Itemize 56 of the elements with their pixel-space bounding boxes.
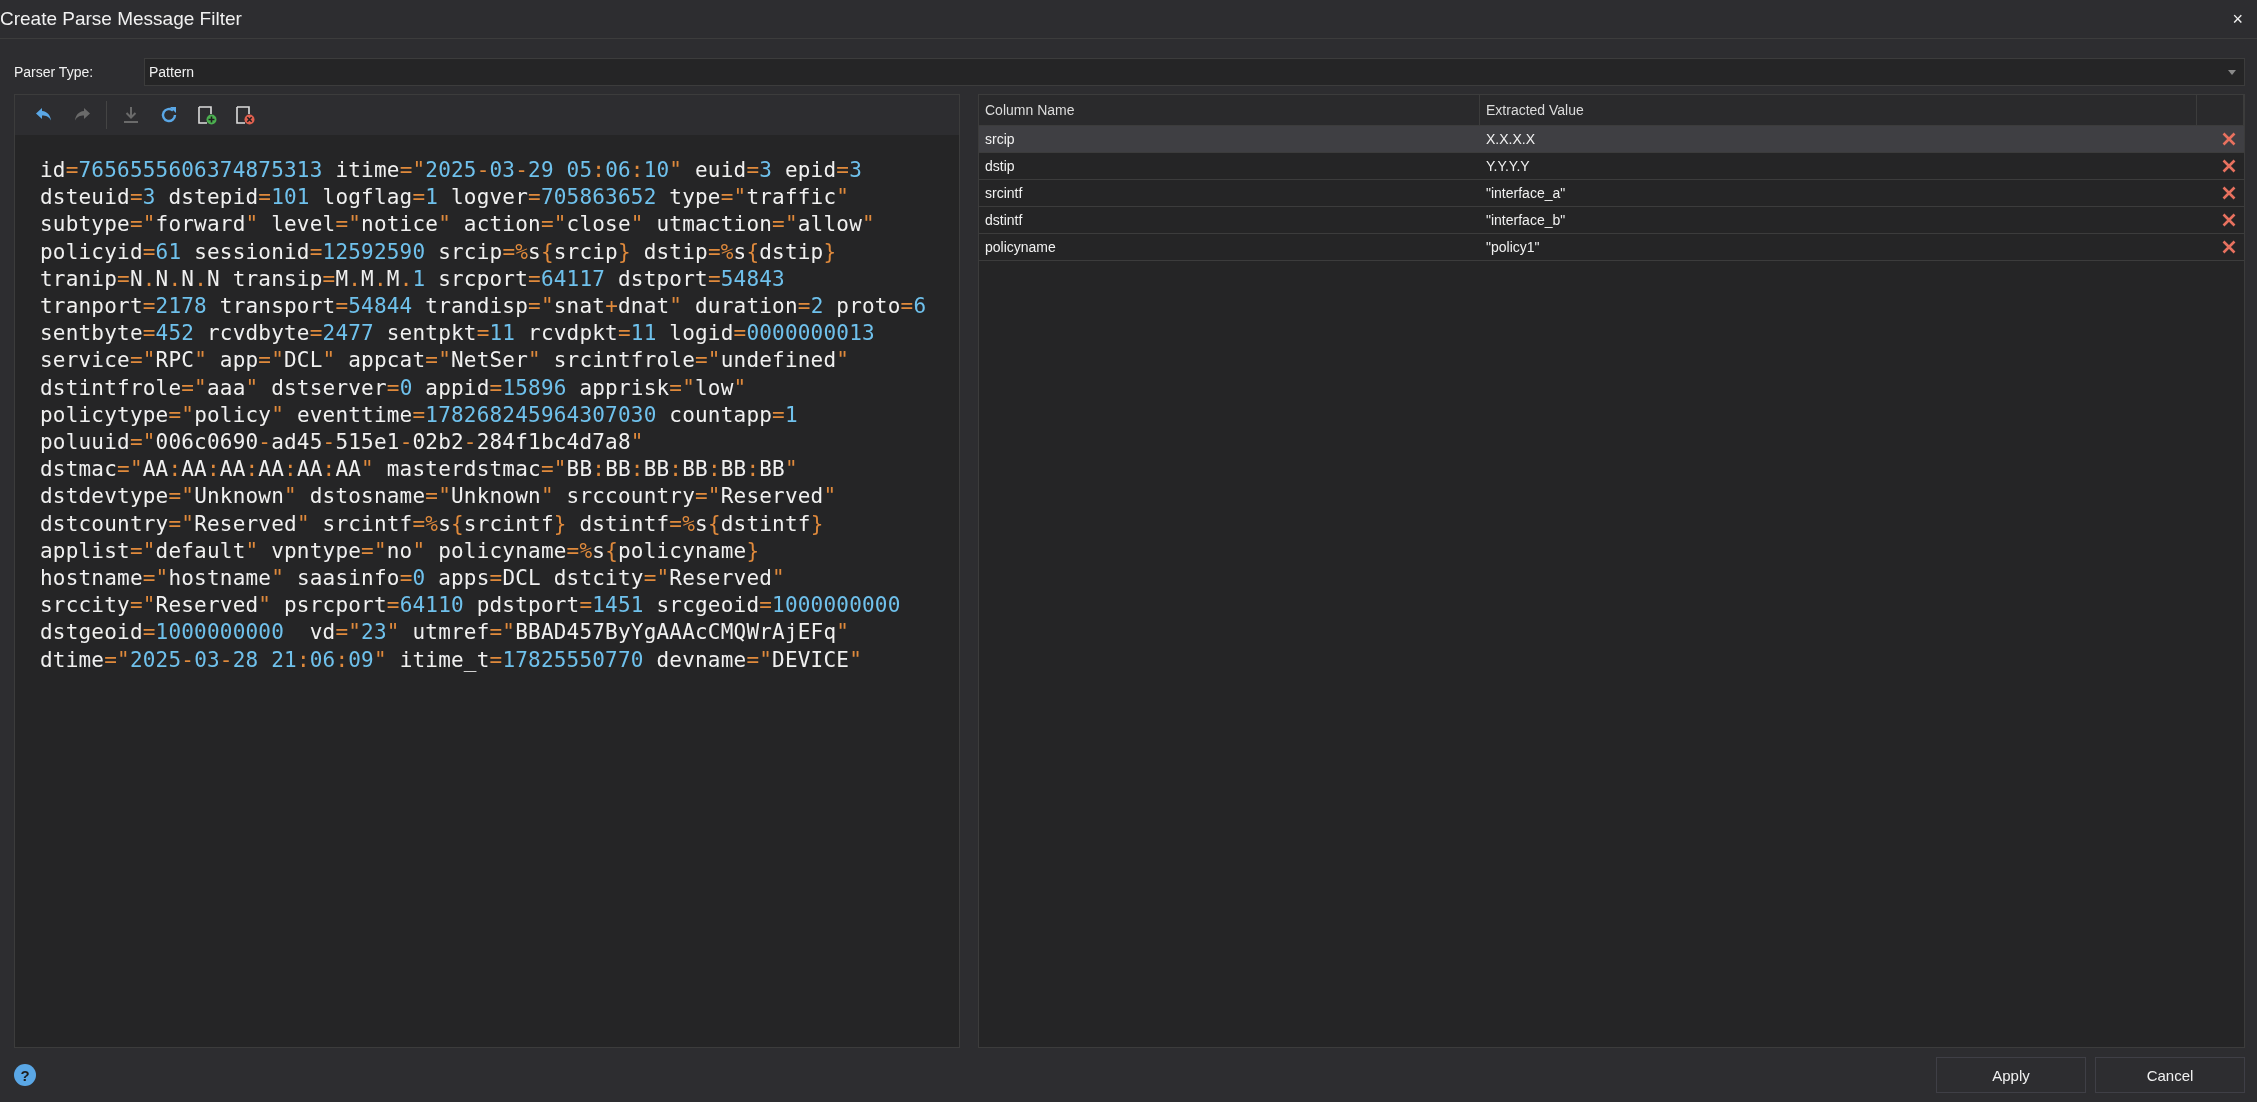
code-line: dsteuid=3 dstepid=101 logflag=1 logver=705863652 type="traffic" <box>40 184 850 212</box>
parser-type-dropdown[interactable]: Pattern <box>144 58 2245 86</box>
code-line: poluuid="006c0690-ad45-515e1-02b2-284f1bc4d7a8" <box>40 429 644 457</box>
parser-type-label: Parser Type: <box>14 64 95 80</box>
table-cell-text: dstintf <box>984 211 1024 230</box>
table-cell-text: srcip <box>984 130 1016 149</box>
cross-icon <box>2222 213 2236 227</box>
code-line: applist="default" vpntype="no" policyname=%s{policyname} <box>40 537 760 565</box>
delete-button[interactable] <box>2220 238 2238 256</box>
table-cell-text: policyname <box>984 238 1057 257</box>
code-line: tranip=N.N.N.N transip=M.M.M.1 srcport=64117 dstport=54843 <box>40 265 785 293</box>
code-line: dstdevtype="Unknown" dstosname="Unknown" srccountry="Reserved" <box>40 483 837 511</box>
cross-icon <box>2222 186 2236 200</box>
cross-icon <box>2222 159 2236 173</box>
table-cell-text: dstip <box>984 157 1016 176</box>
cross-icon <box>2222 132 2236 146</box>
code-line: subtype="forward" level="notice" action="close" utmaction="allow" <box>40 211 875 239</box>
code-line: dstgeoid=1000000000 vd="23" utmref="BBAD457ByYgAAAcCMQWrAjEFq" <box>40 619 850 647</box>
code-line: policytype="policy" eventtime=178268245964307030 countapp=1 <box>40 401 798 429</box>
table-row[interactable]: dstip Y.Y.Y.Y <box>979 153 2244 180</box>
caret-icon <box>2228 69 2236 75</box>
code-line: tranport=2178 transport=54844 trandisp="snat+dnat" duration=2 proto=6 <box>40 293 927 320</box>
apply-button[interactable]: Apply <box>1936 1057 2086 1093</box>
delete-button[interactable] <box>2220 130 2238 148</box>
cancel-button[interactable]: Cancel <box>2095 1057 2245 1093</box>
code-line: dstcountry="Reserved" srcintf=%s{srcintf} dstintf=%s{dstintf} <box>40 510 824 538</box>
table-cell-text: "interface_a" <box>1485 184 1567 203</box>
cross-icon <box>2222 240 2236 254</box>
close-button[interactable]: × <box>2222 8 2253 30</box>
table-row[interactable]: dstintf "interface_b" <box>979 207 2244 234</box>
code-line: dstintfrole="aaa" dstserver=0 appid=15896 apprisk="low" <box>40 374 747 402</box>
delete-button[interactable] <box>2220 184 2238 202</box>
column-header[interactable]: Extracted Value <box>1480 95 2197 125</box>
table-row[interactable]: srcip X.X.X.X <box>979 126 2244 153</box>
help-button[interactable]: ? <box>14 1064 36 1086</box>
code-line: service="RPC" app="DCL" appcat="NetSer" srcintfrole="undefined" <box>40 347 850 375</box>
table-cell-text: X.X.X.X <box>1485 130 1537 149</box>
code-line: dstmac="AA:AA:AA:AA:AA:AA" masterdstmac="BB:BB:BB:BB:BB:BB" <box>40 456 798 484</box>
delete-button[interactable] <box>2220 157 2238 175</box>
table-cell-text: "policy1" <box>1485 238 1541 257</box>
code-line: id=7656555606374875313 itime="2025-03-29 05:06:10" euid=3 epid=3 <box>40 157 862 184</box>
table-row[interactable]: srcintf "interface_a" <box>979 180 2244 207</box>
document-remove-icon <box>234 104 256 126</box>
delete-button[interactable] <box>2220 211 2238 229</box>
code-line: policyid=61 sessionid=12592590 srcip=%s{srcip} dstip=%s{dstip} <box>40 238 837 266</box>
table-cell-text: "interface_b" <box>1485 211 1567 230</box>
table-row[interactable]: policyname "policy1" <box>979 234 2244 261</box>
code-line: srccity="Reserved" psrcport=64110 pdstport=1451 srcgeoid=1000000000 <box>40 592 901 620</box>
window-title: Create Parse Message Filter <box>0 8 242 30</box>
table-cell-text: srcintf <box>984 184 1024 203</box>
code-line: hostname="hostname" saasinfo=0 apps=DCL dstcity="Reserved" <box>40 565 785 593</box>
column-header[interactable]: Column Name <box>979 95 1480 125</box>
code-line: dtime="2025-03-28 21:06:09" itime_t=17825550770 devname="DEVICE" <box>40 646 862 674</box>
table-cell-text: Y.Y.Y.Y <box>1485 157 1531 176</box>
document-add-icon <box>196 104 218 126</box>
code-line: sentbyte=452 rcvdbyte=2477 sentpkt=11 rcvdpkt=11 logid=0000000013 <box>40 320 875 348</box>
